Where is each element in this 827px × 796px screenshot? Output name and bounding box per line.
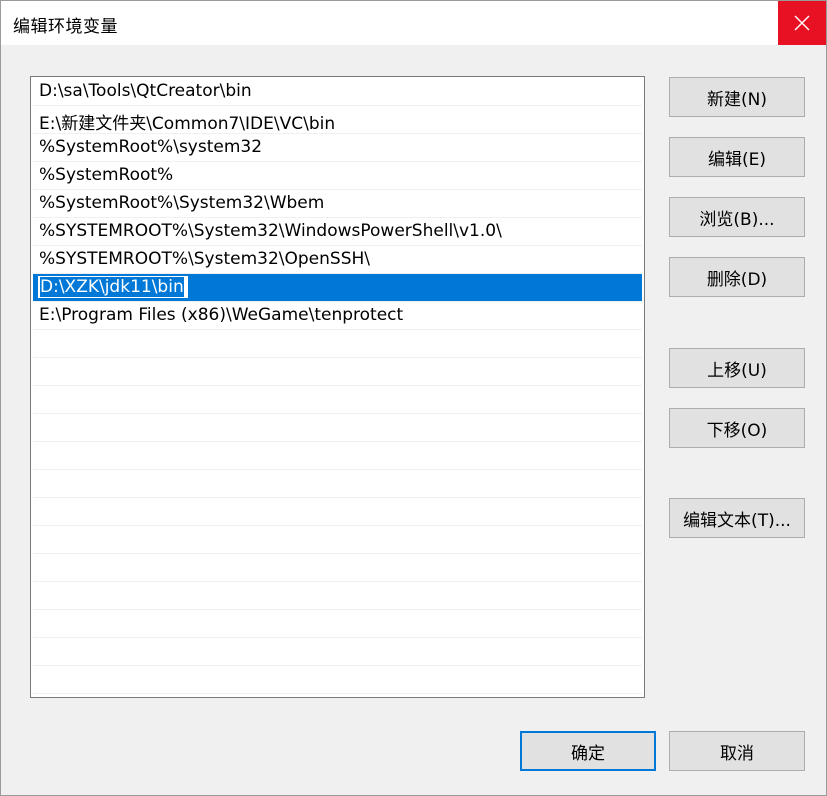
ok-button[interactable]: 确定 — [520, 731, 656, 771]
empty-row — [33, 498, 642, 526]
list-item[interactable]: D:\sa\Tools\QtCreator\bin — [33, 78, 642, 106]
list-item[interactable]: %SYSTEMROOT%\System32\OpenSSH\ — [33, 246, 642, 274]
list-item[interactable]: E:\新建文件夹\Common7\IDE\VC\bin — [33, 106, 642, 134]
move-down-button[interactable]: 下移(O) — [669, 408, 805, 448]
empty-row — [33, 470, 642, 498]
empty-row — [33, 358, 642, 386]
new-button[interactable]: 新建(N) — [669, 77, 805, 117]
inline-edit-field[interactable]: D:\XZK\jdk11\bin — [37, 275, 189, 299]
empty-row — [33, 582, 642, 610]
list-item[interactable]: %SYSTEMROOT%\System32\WindowsPowerShell\… — [33, 218, 642, 246]
list-item-text: %SYSTEMROOT%\System32\OpenSSH\ — [39, 249, 371, 269]
empty-row — [33, 386, 642, 414]
dialog-title: 编辑环境变量 — [13, 17, 118, 37]
cancel-button[interactable]: 取消 — [669, 731, 805, 771]
path-list[interactable]: D:\sa\Tools\QtCreator\bin E:\新建文件夹\Common… — [30, 76, 645, 698]
edit-env-variable-dialog: 编辑环境变量 D:\sa\Tools\QtCreator\bin E:\新建文件夹… — [0, 0, 827, 796]
list-item-selected[interactable]: D:\XZK\jdk11\bin — [33, 274, 642, 302]
list-item-text: %SystemRoot%\System32\Wbem — [39, 193, 325, 213]
list-item-text: E:\Program Files (x86)\WeGame\tenprotect — [39, 305, 404, 325]
list-item-text: %SystemRoot% — [39, 165, 174, 185]
list-item-text: E:\新建文件夹\Common7\IDE\VC\bin — [39, 114, 336, 134]
title-bar: 编辑环境变量 — [1, 1, 826, 45]
list-item-text: D:\sa\Tools\QtCreator\bin — [39, 81, 252, 101]
list-item[interactable]: %SystemRoot%\System32\Wbem — [33, 190, 642, 218]
inline-edit-text: D:\XZK\jdk11\bin — [40, 277, 184, 297]
list-item[interactable]: %SystemRoot% — [33, 162, 642, 190]
delete-button[interactable]: 删除(D) — [669, 257, 805, 297]
list-item-text: %SystemRoot%\system32 — [39, 137, 263, 157]
empty-row — [33, 638, 642, 666]
empty-row — [33, 442, 642, 470]
edit-button[interactable]: 编辑(E) — [669, 137, 805, 177]
edit-text-button[interactable]: 编辑文本(T)... — [669, 498, 805, 538]
empty-row — [33, 554, 642, 582]
close-icon — [794, 15, 810, 31]
list-item[interactable]: %SystemRoot%\system32 — [33, 134, 642, 162]
empty-row — [33, 666, 642, 694]
close-button[interactable] — [778, 1, 826, 45]
empty-row — [33, 414, 642, 442]
empty-row — [33, 330, 642, 358]
list-item[interactable]: E:\Program Files (x86)\WeGame\tenprotect — [33, 302, 642, 330]
list-item-text: %SYSTEMROOT%\System32\WindowsPowerShell\… — [39, 221, 502, 241]
empty-row — [33, 526, 642, 554]
empty-row — [33, 610, 642, 638]
move-up-button[interactable]: 上移(U) — [669, 348, 805, 388]
browse-button[interactable]: 浏览(B)... — [669, 197, 805, 237]
